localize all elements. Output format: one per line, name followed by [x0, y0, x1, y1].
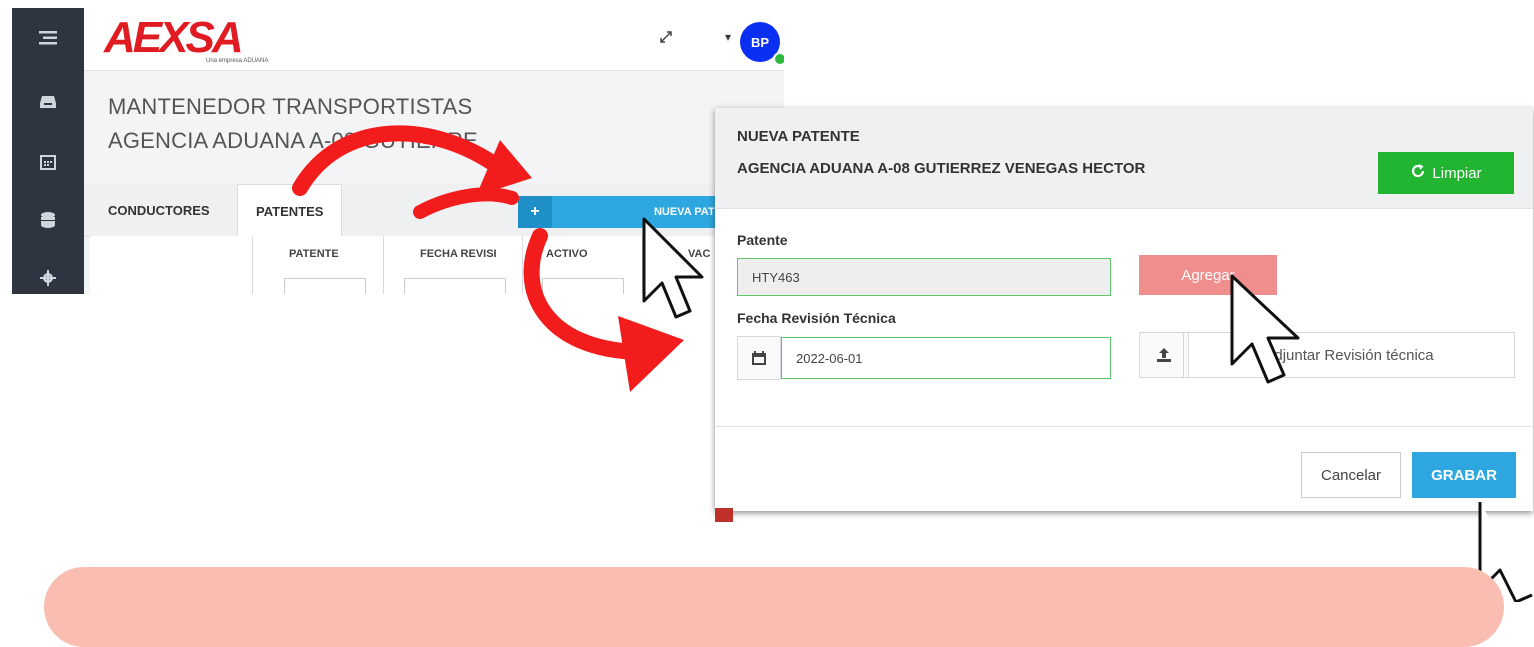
- cursor-icon: [642, 217, 704, 319]
- arrow-icon: [292, 125, 532, 219]
- bottom-banner: [44, 567, 1504, 647]
- cursor-icon: [1230, 274, 1300, 384]
